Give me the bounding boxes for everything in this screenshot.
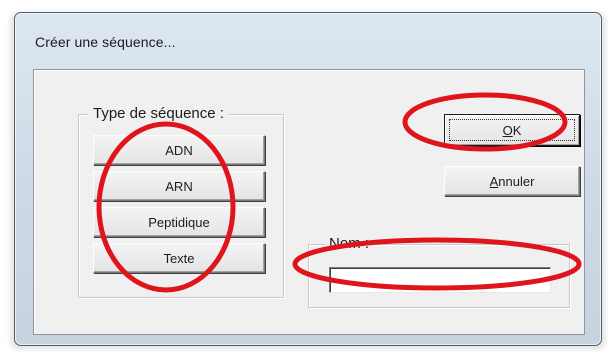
ok-button[interactable]: OK	[444, 114, 580, 146]
texte-button[interactable]: Texte	[93, 243, 265, 273]
dialog-body: Type de séquence : ADN ARN Peptidique Te…	[33, 69, 585, 335]
dialog-window: Créer une séquence... Type de séquence :…	[14, 12, 602, 346]
peptidique-button[interactable]: Peptidique	[93, 207, 265, 237]
window-title: Créer une séquence...	[35, 34, 176, 50]
name-legend: Nom :	[325, 235, 374, 252]
adn-button[interactable]: ADN	[93, 135, 265, 165]
sequence-type-group: Type de séquence : ADN ARN Peptidique Te…	[78, 105, 284, 298]
arn-button[interactable]: ARN	[93, 171, 265, 201]
name-input[interactable]	[329, 267, 551, 293]
title-bar[interactable]: Créer une séquence...	[15, 13, 601, 65]
sequence-type-legend: Type de séquence :	[89, 105, 228, 122]
name-group: Nom :	[308, 235, 570, 308]
cancel-button-label: Annuler	[489, 173, 535, 189]
focus-rectangle	[449, 119, 575, 141]
cancel-button[interactable]: Annuler	[444, 166, 580, 196]
